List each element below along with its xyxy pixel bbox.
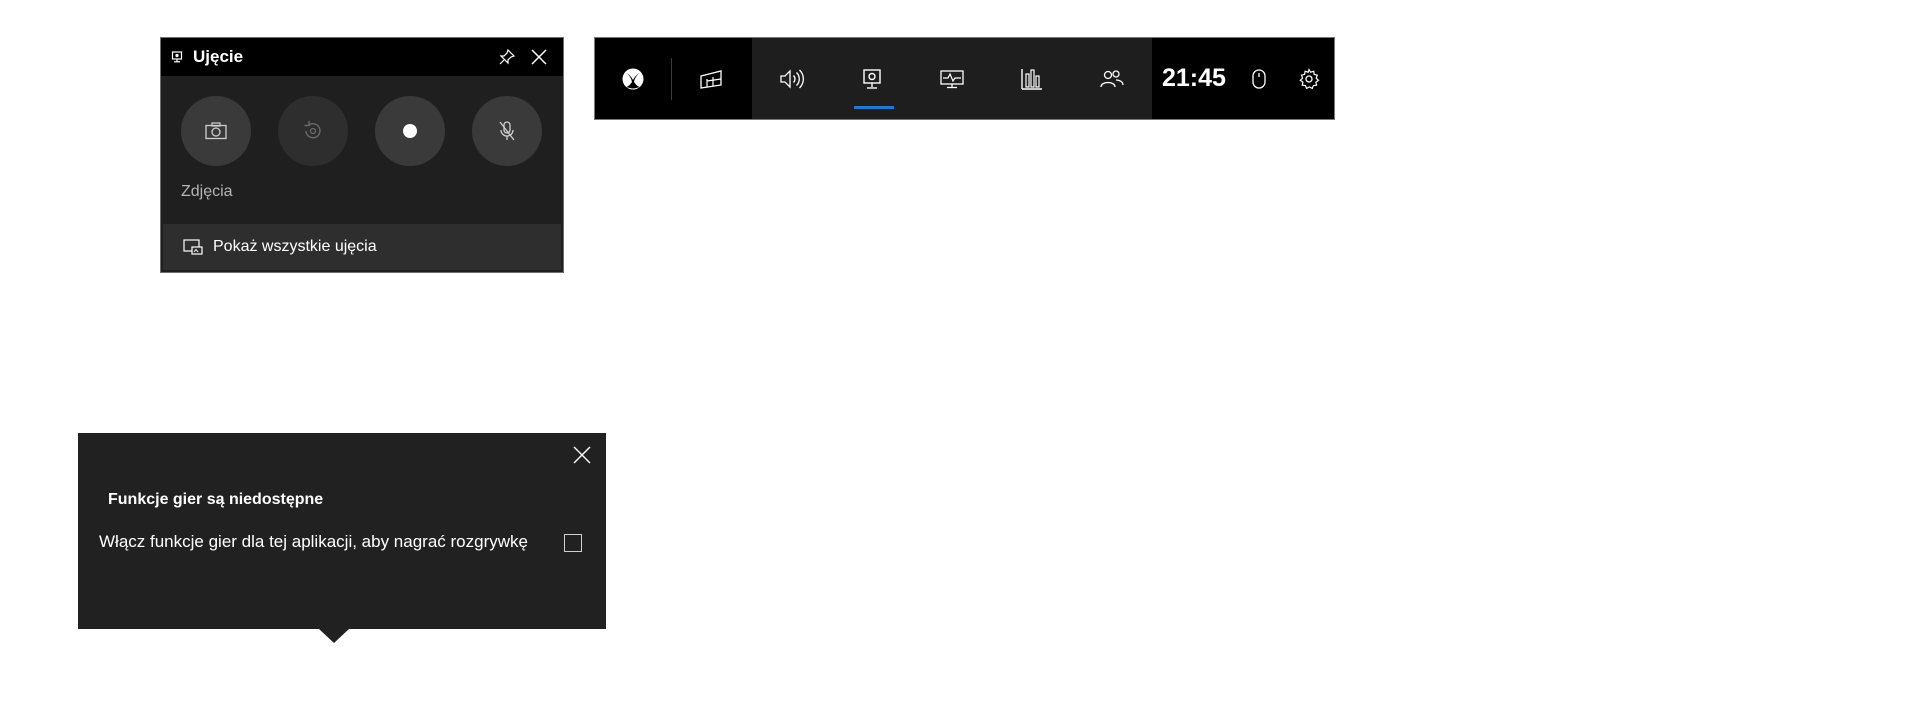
resources-icon — [1021, 68, 1042, 90]
social-icon — [1100, 69, 1124, 87]
mic-off-icon — [499, 121, 515, 141]
pin-icon[interactable] — [491, 41, 523, 73]
close-icon[interactable] — [523, 41, 555, 73]
game-features-notice: Funkcje gier są niedostępne Włącz funkcj… — [78, 433, 606, 629]
notice-title: Funkcje gier są niedostępne — [108, 491, 324, 508]
replay-icon — [304, 121, 321, 139]
resources-widget-button[interactable] — [992, 38, 1072, 119]
start-recording-button[interactable] — [375, 96, 445, 166]
game-bar: 21:45 — [594, 37, 1335, 120]
mouse-button[interactable] — [1234, 38, 1284, 119]
widget-menu-button[interactable] — [672, 38, 752, 119]
settings-button[interactable] — [1284, 38, 1334, 119]
screenshot-button[interactable] — [181, 96, 251, 166]
show-all-captures-label: Pokaż wszystkie ujęcia — [213, 238, 377, 255]
camera-icon — [205, 122, 227, 140]
capture-icon — [863, 68, 881, 89]
gear-icon — [1299, 67, 1320, 89]
mic-toggle-button[interactable] — [472, 96, 542, 166]
social-widget-button[interactable] — [1072, 38, 1152, 119]
record-last-button[interactable] — [278, 96, 348, 166]
mouse-icon — [1252, 68, 1266, 89]
clock: 21:45 — [1162, 64, 1226, 92]
gamebar-left — [595, 38, 752, 119]
section-label: Zdjęcia — [181, 183, 233, 200]
xbox-button[interactable] — [595, 38, 671, 119]
gamebar-right: 21:45 — [1152, 38, 1334, 119]
record-icon — [403, 124, 417, 138]
close-icon[interactable] — [568, 441, 596, 469]
capture-buttons — [161, 76, 563, 166]
enable-game-features-checkbox[interactable] — [564, 534, 582, 552]
capture-header: Ujęcie — [161, 38, 563, 76]
capture-widget-button[interactable] — [832, 38, 912, 119]
xbox-icon — [622, 68, 644, 89]
audio-widget-button[interactable] — [752, 38, 832, 119]
performance-icon — [940, 69, 964, 88]
gallery-icon — [183, 239, 203, 255]
widget-menu-icon — [700, 69, 722, 89]
show-all-captures-link[interactable]: Pokaż wszystkie ujęcia — [163, 224, 561, 270]
audio-icon — [780, 68, 804, 89]
capture-widget-icon — [171, 51, 183, 63]
capture-widget: Ujęcie Zdjęcia Pokaż wszystkie ujęcia — [160, 37, 564, 273]
performance-widget-button[interactable] — [912, 38, 992, 119]
gamebar-widgets — [752, 38, 1152, 119]
capture-title: Ujęcie — [193, 47, 244, 66]
notice-text: Włącz funkcje gier dla tej aplikacji, ab… — [99, 532, 528, 551]
notice-pointer — [319, 629, 349, 643]
